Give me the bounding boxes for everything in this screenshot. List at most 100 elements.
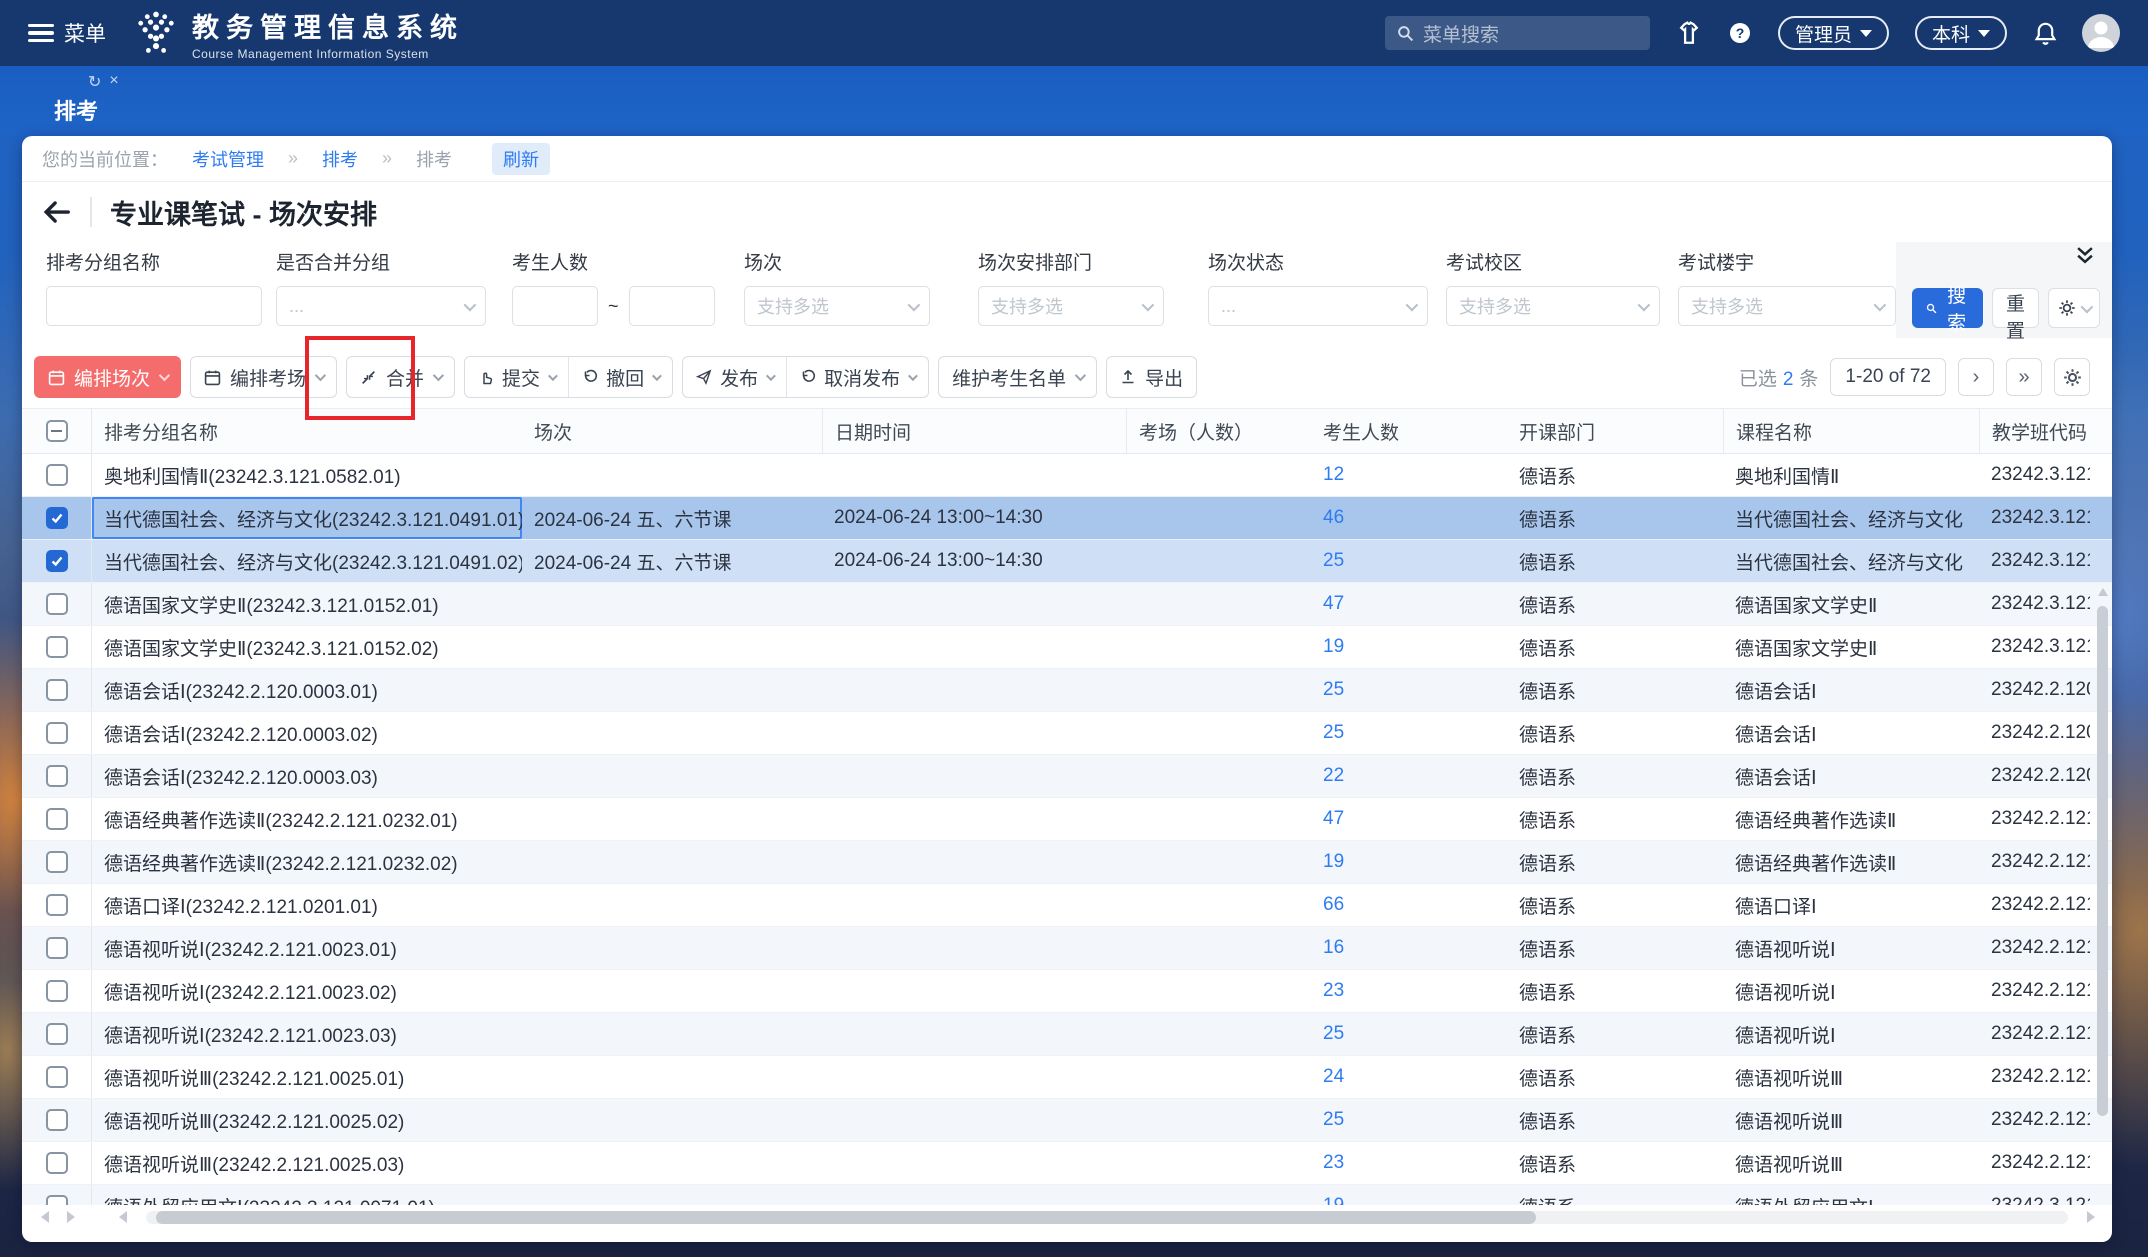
table-row[interactable]: 德语会话Ⅰ(23242.2.120.0003.01) 25 德语系 德语会话Ⅰ … — [22, 669, 2112, 712]
withdraw-button[interactable]: 撤回 — [568, 357, 672, 397]
tab-refresh-icon[interactable]: ↻ — [88, 72, 101, 92]
row-checkbox[interactable] — [46, 636, 68, 658]
row-checkbox[interactable] — [46, 593, 68, 615]
row-checkbox[interactable] — [46, 1023, 68, 1045]
horizontal-scrollbar-track[interactable] — [146, 1211, 2068, 1224]
row-checkbox[interactable] — [46, 1152, 68, 1174]
students-count-link[interactable]: 23 — [1323, 1152, 1344, 1174]
back-arrow-button[interactable] — [42, 197, 72, 227]
select-all-checkbox[interactable] — [46, 420, 68, 442]
students-count-link[interactable]: 19 — [1323, 1195, 1344, 1205]
table-row[interactable]: 德语会话Ⅰ(23242.2.120.0003.02) 25 德语系 德语会话Ⅰ … — [22, 712, 2112, 755]
table-settings-button[interactable] — [2054, 358, 2090, 396]
building-select[interactable]: 支持多选 — [1678, 286, 1896, 326]
merged-select[interactable]: ... — [276, 286, 486, 326]
publish-button[interactable]: 发布 — [683, 357, 786, 397]
breadcrumb-link-scheduling[interactable]: 排考 — [322, 146, 358, 172]
students-count-link[interactable]: 19 — [1323, 636, 1344, 658]
horizontal-scrollbar-thumb[interactable] — [156, 1211, 1536, 1224]
refresh-button[interactable]: 刷新 — [492, 143, 550, 175]
students-count-link[interactable]: 25 — [1323, 1109, 1344, 1131]
row-checkbox[interactable] — [46, 679, 68, 701]
column-header-course[interactable]: 课程名称 — [1723, 409, 1979, 453]
scope-dropdown[interactable]: 本科 — [1915, 16, 2007, 50]
row-checkbox[interactable] — [46, 765, 68, 787]
table-row[interactable]: 德语视听说Ⅲ(23242.2.121.0025.03) 23 德语系 德语视听说… — [22, 1142, 2112, 1185]
user-avatar[interactable] — [2082, 14, 2120, 52]
column-header-students[interactable]: 考生人数 — [1311, 409, 1507, 453]
arrange-session-button[interactable]: 编排场次 — [34, 356, 181, 398]
table-row[interactable]: 德语口译Ⅰ(23242.2.121.0201.01) 66 德语系 德语口译Ⅰ … — [22, 884, 2112, 927]
vertical-scrollbar-thumb[interactable] — [2097, 606, 2108, 1116]
table-row[interactable]: 奥地利国情Ⅱ(23242.3.121.0582.01) 12 德语系 奥地利国情… — [22, 454, 2112, 497]
students-count-link[interactable]: 25 — [1323, 722, 1344, 744]
column-header-session[interactable]: 场次 — [522, 409, 822, 453]
student-count-min-input[interactable] — [512, 286, 598, 326]
students-count-link[interactable]: 47 — [1323, 593, 1344, 615]
table-row[interactable]: 德语国家文学史Ⅱ(23242.3.121.0152.01) 47 德语系 德语国… — [22, 583, 2112, 626]
breadcrumb-link-exam-management[interactable]: 考试管理 — [192, 146, 264, 172]
row-checkbox[interactable] — [46, 894, 68, 916]
last-page-button[interactable]: » — [2006, 358, 2042, 396]
students-count-link[interactable]: 47 — [1323, 808, 1344, 830]
column-header-dept[interactable]: 开课部门 — [1507, 409, 1723, 453]
table-row[interactable]: 德语外贸应用文Ⅰ(23242.3.121.0071.01) 19 德语系 德语外… — [22, 1185, 2112, 1205]
menu-search-input[interactable]: 菜单搜索 — [1385, 16, 1650, 50]
row-checkbox[interactable] — [46, 550, 68, 572]
column-header-class-code[interactable]: 教学班代码 — [1979, 409, 2090, 453]
collapse-filters-icon[interactable] — [2074, 244, 2096, 266]
row-checkbox[interactable] — [46, 808, 68, 830]
table-row[interactable]: 德语会话Ⅰ(23242.2.120.0003.03) 22 德语系 德语会话Ⅰ … — [22, 755, 2112, 798]
next-page-button[interactable]: › — [1958, 358, 1994, 396]
students-count-link[interactable]: 46 — [1323, 507, 1344, 529]
students-count-link[interactable]: 24 — [1323, 1066, 1344, 1088]
frozen-scroll-right-button[interactable] — [58, 1209, 84, 1225]
help-icon[interactable]: ? — [1728, 21, 1752, 45]
column-header-datetime[interactable]: 日期时间 — [822, 409, 1126, 453]
arrange-room-button[interactable]: 编排考场 — [190, 356, 337, 398]
students-count-link[interactable]: 16 — [1323, 937, 1344, 959]
merge-button[interactable]: 合并 — [346, 356, 455, 398]
students-count-link[interactable]: 25 — [1323, 550, 1344, 572]
students-count-link[interactable]: 25 — [1323, 679, 1344, 701]
table-row[interactable]: 德语视听说Ⅰ(23242.2.121.0023.03) 25 德语系 德语视听说… — [22, 1013, 2112, 1056]
reset-button[interactable]: 重置 — [1992, 288, 2039, 328]
row-checkbox[interactable] — [46, 722, 68, 744]
frozen-scroll-left-button[interactable] — [32, 1209, 58, 1225]
filter-settings-button[interactable] — [2048, 288, 2100, 328]
session-select[interactable]: 支持多选 — [744, 286, 930, 326]
search-button[interactable]: 搜索 — [1912, 288, 1983, 328]
vertical-scrollbar[interactable] — [2096, 458, 2109, 1198]
scroll-up-arrow[interactable] — [2098, 588, 2108, 596]
hamburger-menu-icon[interactable] — [28, 24, 54, 42]
students-count-link[interactable]: 66 — [1323, 894, 1344, 916]
students-count-link[interactable]: 22 — [1323, 765, 1344, 787]
row-checkbox[interactable] — [46, 1195, 68, 1205]
group-name-input[interactable] — [46, 286, 262, 326]
table-row[interactable]: 德语视听说Ⅲ(23242.2.121.0025.01) 24 德语系 德语视听说… — [22, 1056, 2112, 1099]
row-checkbox[interactable] — [46, 464, 68, 486]
column-header-group-name[interactable]: 排考分组名称 — [92, 409, 522, 453]
row-checkbox[interactable] — [46, 1109, 68, 1131]
notification-bell-icon[interactable] — [2033, 21, 2058, 46]
students-count-link[interactable]: 12 — [1323, 464, 1344, 486]
scroll-left-arrow[interactable] — [110, 1209, 136, 1225]
submit-button[interactable]: 提交 — [465, 357, 568, 397]
table-row[interactable]: 德语视听说Ⅰ(23242.2.121.0023.02) 23 德语系 德语视听说… — [22, 970, 2112, 1013]
row-checkbox[interactable] — [46, 851, 68, 873]
tab-close-icon[interactable]: × — [109, 72, 118, 92]
role-dropdown[interactable]: 管理员 — [1778, 16, 1889, 50]
table-row[interactable]: 德语视听说Ⅲ(23242.2.121.0025.02) 25 德语系 德语视听说… — [22, 1099, 2112, 1142]
tab-exam-scheduling[interactable]: 排考 — [54, 94, 98, 126]
column-header-room[interactable]: 考场（人数） — [1126, 409, 1311, 453]
session-status-select[interactable]: ... — [1208, 286, 1428, 326]
student-count-max-input[interactable] — [629, 286, 715, 326]
table-row[interactable]: 当代德国社会、经济与文化(23242.3.121.0491.02) 2024-0… — [22, 540, 2112, 583]
row-checkbox[interactable] — [46, 1066, 68, 1088]
export-button[interactable]: 导出 — [1106, 356, 1197, 398]
students-count-link[interactable]: 23 — [1323, 980, 1344, 1002]
table-row[interactable]: 德语国家文学史Ⅱ(23242.3.121.0152.02) 19 德语系 德语国… — [22, 626, 2112, 669]
students-count-link[interactable]: 19 — [1323, 851, 1344, 873]
campus-select[interactable]: 支持多选 — [1446, 286, 1660, 326]
maintain-candidate-list-button[interactable]: 维护考生名单 — [938, 356, 1097, 398]
